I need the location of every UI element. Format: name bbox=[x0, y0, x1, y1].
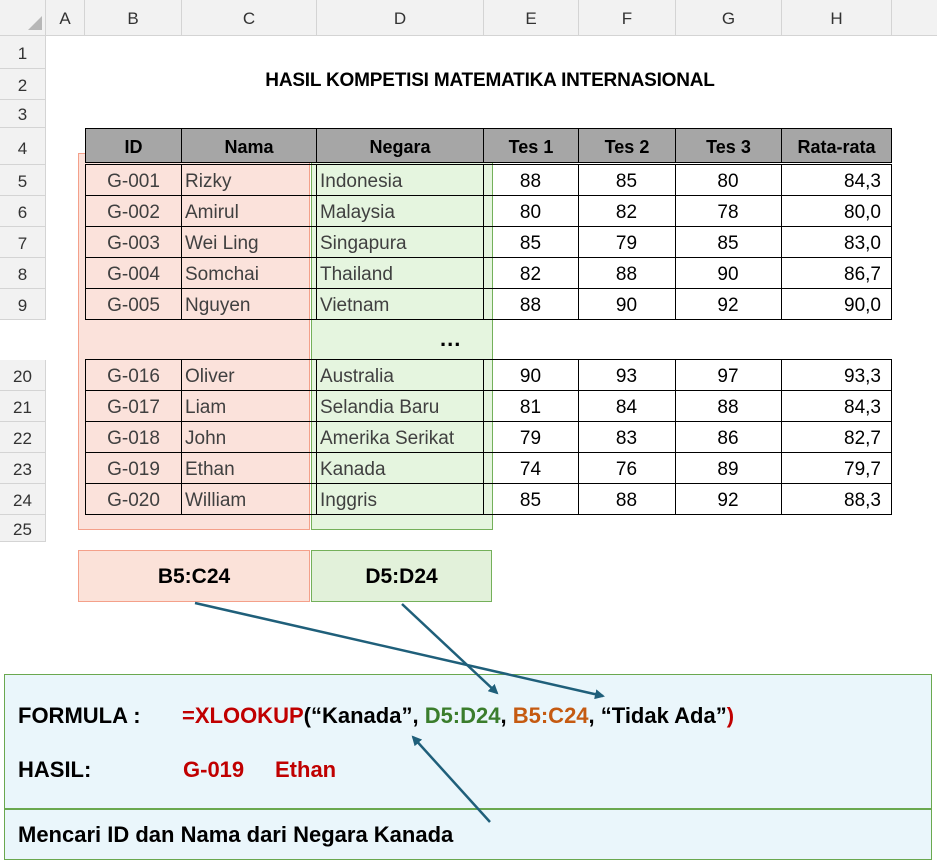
arrow-return-range bbox=[194, 601, 605, 700]
arrow-layer bbox=[194, 601, 605, 823]
arrow-description bbox=[411, 735, 491, 823]
arrow-lookup-range bbox=[401, 603, 499, 695]
